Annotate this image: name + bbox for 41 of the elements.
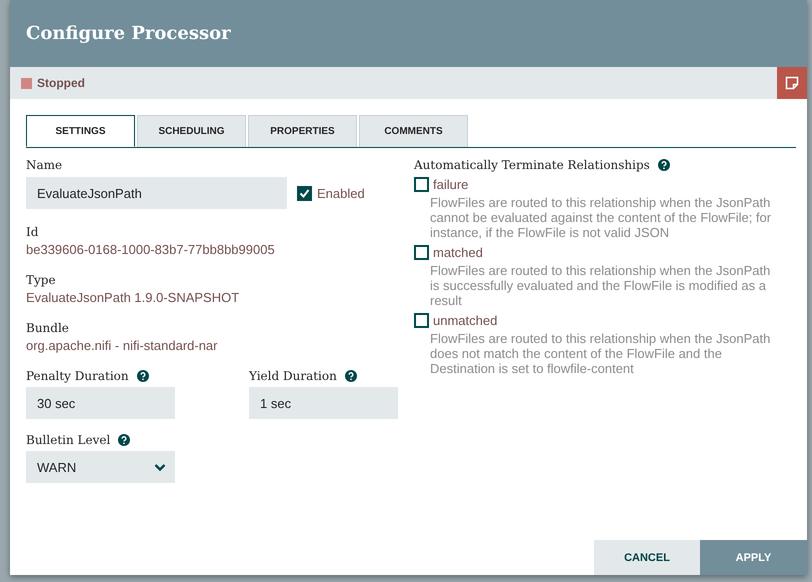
help-icon[interactable] xyxy=(344,370,357,382)
name-field[interactable]: EvaluateJsonPath xyxy=(26,177,287,209)
relationship-description: FlowFiles are routed to this relationship when the JsonPath cannot be evaluated against the content of the FlowFile; for instance, if the FlowFile is not valid JSON xyxy=(429,195,772,240)
dialog-title: Configure Processor xyxy=(26,23,231,44)
cancel-button[interactable]: CANCEL xyxy=(594,540,700,575)
chevron-down-icon xyxy=(154,462,166,472)
penalty-duration-field[interactable]: 30 sec xyxy=(26,387,175,419)
tab[interactable]: SCHEDULING xyxy=(137,115,246,147)
help-icon[interactable] xyxy=(136,370,149,382)
field-label: Id xyxy=(26,225,38,239)
checkbox[interactable] xyxy=(414,177,429,192)
tab[interactable]: SETTINGS xyxy=(26,115,135,147)
field-label: Name xyxy=(26,158,62,172)
status-label: Stopped xyxy=(37,76,85,90)
section-label: Automatically Terminate Relationships xyxy=(414,158,650,172)
relationship-description: FlowFiles are routed to this relationship when the JsonPath is successfully evaluated and the FlowFile is modified as a result xyxy=(429,263,772,308)
bulletin-level-dropdown[interactable]: WARN xyxy=(26,451,175,483)
yield-duration-field[interactable]: 1 sec xyxy=(249,387,398,419)
tab[interactable]: PROPERTIES xyxy=(248,115,357,147)
checkbox[interactable] xyxy=(297,186,312,200)
status-icon xyxy=(21,78,32,88)
note-button[interactable] xyxy=(777,67,807,99)
relationship-name: failure xyxy=(433,177,468,192)
tab[interactable]: COMMENTS xyxy=(359,115,468,147)
relationship-name: matched xyxy=(433,245,483,260)
field-label: Yield Duration xyxy=(249,369,337,383)
relationship-name: unmatched xyxy=(433,313,498,328)
relationship-description: FlowFiles are routed to this relationship when the JsonPath does not match the content of the FlowFile and the Destination is set to flowfile-content xyxy=(429,331,772,376)
field-label: Type xyxy=(26,273,56,287)
field-value: be339606-0168-1000-83b7-77bb8bb99005 xyxy=(26,242,275,257)
field-value: org.apache.nifi - nifi-standard-nar xyxy=(26,338,218,353)
note-icon xyxy=(785,76,799,90)
checkbox[interactable] xyxy=(414,313,429,328)
field-label: Bulletin Level xyxy=(26,433,110,447)
checkbox-label: Enabled xyxy=(317,186,365,200)
field-label: Bundle xyxy=(26,321,69,335)
checkbox[interactable] xyxy=(414,245,429,260)
help-icon[interactable] xyxy=(118,434,130,446)
field-label: Penalty Duration xyxy=(26,369,129,383)
help-icon[interactable] xyxy=(658,159,670,171)
field-value: EvaluateJsonPath 1.9.0-SNAPSHOT xyxy=(26,290,240,305)
